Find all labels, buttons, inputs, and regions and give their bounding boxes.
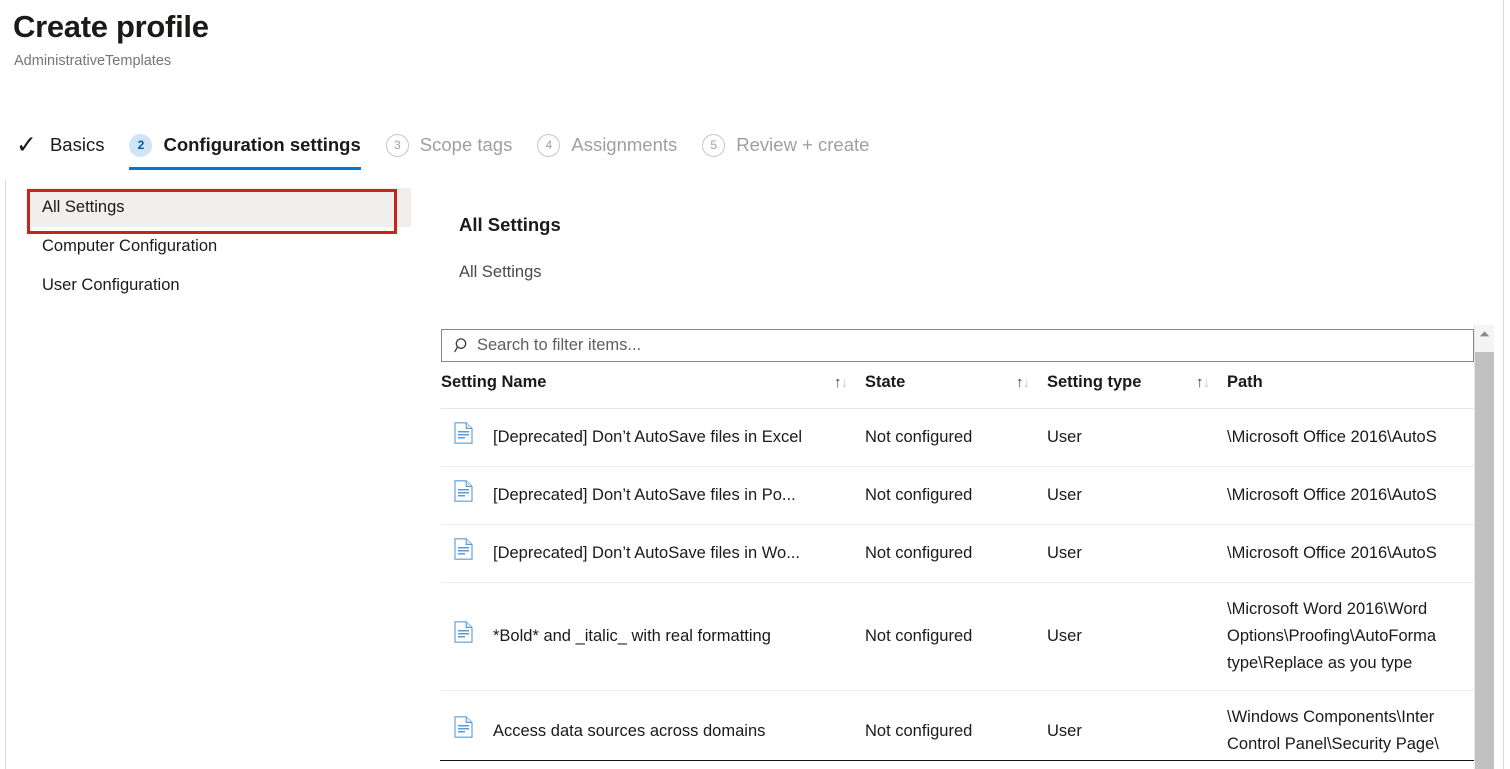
table-header-row: Setting Name ↑↓ State ↑↓ Setting type ↑↓… <box>441 373 1474 409</box>
cell-setting-type: User <box>1047 582 1227 691</box>
table-row[interactable]: [Deprecated] Don’t AutoSave files in Exc… <box>441 408 1474 467</box>
list-bottom-clip-line <box>440 760 1474 761</box>
cell-path: \Microsoft Office 2016\AutoS <box>1227 408 1474 467</box>
setting-name-label: [Deprecated] Don’t AutoSave files in Exc… <box>493 428 803 446</box>
path-line: \Windows Components\Inter <box>1227 708 1435 726</box>
cell-path: \Windows Components\Inter Control Panel\S… <box>1227 690 1474 769</box>
page-title: Create profile <box>13 9 209 44</box>
table-header: Setting Name ↑↓ State ↑↓ Setting type ↑↓… <box>441 373 1474 409</box>
table-row[interactable]: Access data sources across domains Not co… <box>441 690 1474 769</box>
column-header-setting-type[interactable]: Setting type ↑↓ <box>1047 373 1227 409</box>
cell-path: \Microsoft Word 2016\Word Options\Proofin… <box>1227 582 1474 691</box>
document-icon <box>441 715 493 747</box>
document-icon <box>441 621 493 652</box>
column-header-state[interactable]: State ↑↓ <box>865 373 1047 409</box>
search-box[interactable] <box>441 329 1474 362</box>
cell-state: Not configured <box>865 466 1047 525</box>
tab-configuration-settings-label: Configuration settings <box>163 134 361 155</box>
breadcrumb[interactable]: All Settings <box>459 263 542 282</box>
sort-toggle-icon[interactable]: ↑↓ <box>1196 375 1227 390</box>
settings-list-scrollbar[interactable] <box>1474 325 1494 769</box>
page-subtitle: AdministrativeTemplates <box>14 53 172 69</box>
settings-content-pane: All Settings All Settings Setting Name <box>440 205 1510 769</box>
column-header-label: Setting Name <box>441 373 547 391</box>
tab-review-create-label: Review + create <box>736 134 870 155</box>
sidebar-item-label: All Settings <box>42 198 125 216</box>
step-number-badge-3: 3 <box>385 133 409 157</box>
tab-scope-tags[interactable]: 3 Scope tags <box>385 124 513 166</box>
cell-setting-name: [Deprecated] Don’t AutoSave files in Exc… <box>441 408 865 467</box>
step-number-badge-2: 2 <box>129 133 153 157</box>
sidebar-item-all-settings[interactable]: All Settings <box>28 188 411 227</box>
cell-setting-type: User <box>1047 524 1227 583</box>
path-line: \Microsoft Word 2016\Word <box>1227 600 1428 618</box>
column-header-label: Path <box>1227 373 1263 391</box>
sidebar-item-label: User Configuration <box>42 276 180 294</box>
tab-assignments-label: Assignments <box>571 134 678 155</box>
path-line: \Microsoft Office 2016\AutoS <box>1227 486 1437 504</box>
sidebar-item-computer-configuration[interactable]: Computer Configuration <box>28 227 411 266</box>
column-header-label: Setting type <box>1047 373 1142 391</box>
cell-state: Not configured <box>865 524 1047 583</box>
document-icon <box>441 538 493 569</box>
settings-table: Setting Name ↑↓ State ↑↓ Setting type ↑↓… <box>441 373 1474 769</box>
cell-state: Not configured <box>865 408 1047 467</box>
cell-setting-name: [Deprecated] Don’t AutoSave files in Po.… <box>441 466 865 525</box>
sort-toggle-icon[interactable]: ↑↓ <box>834 375 865 390</box>
tab-basics-label: Basics <box>49 134 105 155</box>
tab-scope-tags-label: Scope tags <box>419 134 513 155</box>
tab-review-create[interactable]: 5 Review + create <box>702 124 869 166</box>
tab-basics[interactable]: ✓ Basics <box>14 124 104 166</box>
step-number-badge-5: 5 <box>702 133 726 157</box>
settings-category-list: All Settings Computer Configuration User… <box>28 188 411 305</box>
setting-name-label: [Deprecated] Don’t AutoSave files in Wo.… <box>493 544 800 562</box>
scroll-up-arrow-icon[interactable] <box>1475 325 1494 343</box>
cell-path: \Microsoft Office 2016\AutoS <box>1227 466 1474 525</box>
search-icon <box>447 330 477 361</box>
document-icon <box>441 480 493 511</box>
setting-name-label: [Deprecated] Don’t AutoSave files in Po.… <box>493 486 796 504</box>
path-line: \Microsoft Office 2016\AutoS <box>1227 544 1437 562</box>
table-body: [Deprecated] Don’t AutoSave files in Exc… <box>441 408 1474 769</box>
checkmark-icon: ✓ <box>16 130 37 159</box>
document-icon <box>441 422 493 453</box>
table-row[interactable]: *Bold* and _italic_ with real formatting… <box>441 582 1474 691</box>
column-header-path[interactable]: Path <box>1227 373 1474 409</box>
section-title: All Settings <box>459 214 561 235</box>
cell-setting-type: User <box>1047 466 1227 525</box>
table-row[interactable]: [Deprecated] Don’t AutoSave files in Po.… <box>441 466 1474 525</box>
cell-setting-type: User <box>1047 690 1227 769</box>
wizard-tabs: ✓ Basics 2 Configuration settings 3 Scop… <box>14 124 894 170</box>
table-row[interactable]: [Deprecated] Don’t AutoSave files in Wo.… <box>441 524 1474 583</box>
sidebar-item-label: Computer Configuration <box>42 237 218 255</box>
window-right-border <box>1503 0 1504 769</box>
sort-toggle-icon[interactable]: ↑↓ <box>1016 375 1047 390</box>
tab-assignments[interactable]: 4 Assignments <box>537 124 677 166</box>
path-line: Options\Proofing\AutoForma <box>1227 627 1437 645</box>
column-header-setting-name[interactable]: Setting Name ↑↓ <box>441 373 865 409</box>
search-input[interactable] <box>477 331 1473 360</box>
path-line: \Microsoft Office 2016\AutoS <box>1227 428 1437 446</box>
step-number-badge-4: 4 <box>537 133 561 157</box>
setting-name-label: Access data sources across domains <box>493 721 766 740</box>
tab-configuration-settings[interactable]: 2 Configuration settings <box>129 124 361 170</box>
left-pane-divider <box>5 180 6 769</box>
cell-state: Not configured <box>865 690 1047 769</box>
scrollbar-thumb[interactable] <box>1475 352 1494 769</box>
path-line: Control Panel\Security Page\ <box>1227 735 1439 753</box>
cell-setting-name: [Deprecated] Don’t AutoSave files in Wo.… <box>441 524 865 583</box>
active-tab-underline <box>129 167 361 170</box>
setting-name-label: *Bold* and _italic_ with real formatting <box>493 627 771 645</box>
column-header-label: State <box>865 373 906 391</box>
cell-setting-type: User <box>1047 408 1227 467</box>
sidebar-item-user-configuration[interactable]: User Configuration <box>28 266 411 305</box>
cell-setting-name: Access data sources across domains <box>441 690 865 769</box>
cell-path: \Microsoft Office 2016\AutoS <box>1227 524 1474 583</box>
cell-setting-name: *Bold* and _italic_ with real formatting <box>441 582 865 691</box>
path-line: type\Replace as you type <box>1227 654 1413 672</box>
create-profile-page: Create profile AdministrativeTemplates ✓… <box>0 0 1510 769</box>
cell-state: Not configured <box>865 582 1047 691</box>
